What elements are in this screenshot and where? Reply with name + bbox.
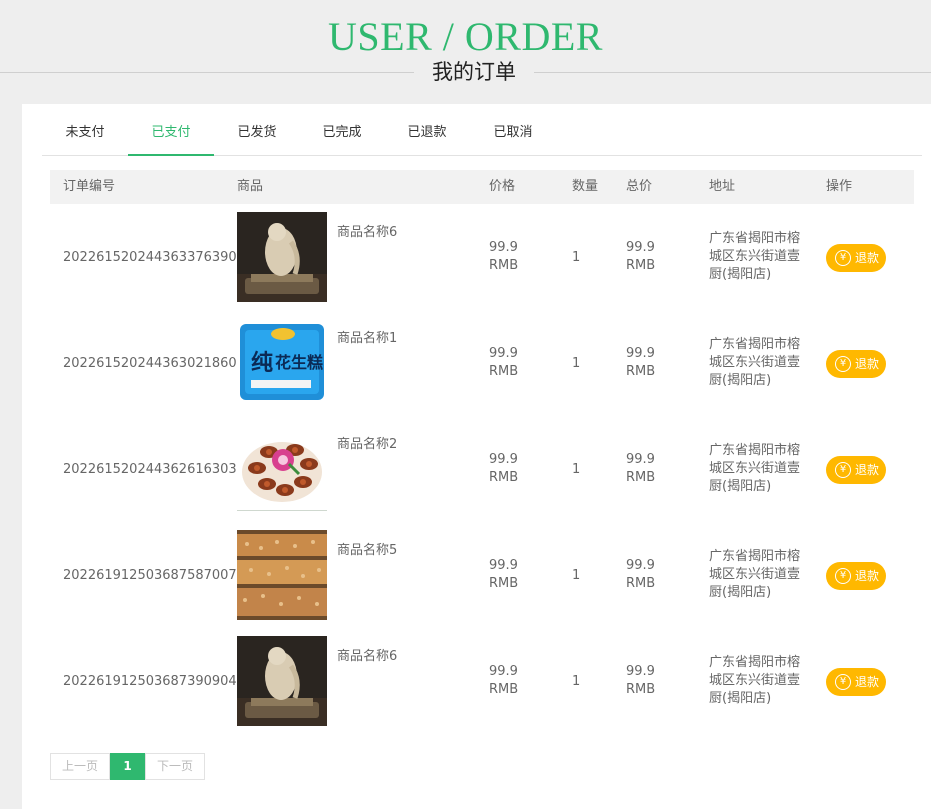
table-row: 202261520244363376390 商品名称6 99.9 RMB 1 99… (50, 205, 914, 311)
unit-price: 99.9 RMB (489, 240, 519, 273)
next-page-button[interactable]: 下一页 (145, 753, 205, 780)
address: 广东省揭阳市榕城区东兴街道壹厨(揭阳店) (709, 655, 801, 706)
header-divider-left (0, 72, 414, 73)
tab-unpaid[interactable]: 未支付 (42, 114, 128, 156)
tab-completed[interactable]: 已完成 (299, 114, 385, 156)
total-price: 99.9 RMB (626, 240, 656, 273)
statue-icon[interactable] (237, 212, 327, 302)
header-divider-right (534, 72, 931, 73)
quantity: 1 (572, 250, 581, 265)
table-row: 202261520244362616303 商品名称2 99.9 RMB 1 9… (50, 417, 914, 523)
page-title: USER / ORDER (328, 14, 603, 59)
yen-icon: ¥ (835, 568, 851, 584)
header-order-no: 订单编号 (63, 179, 116, 194)
refund-button[interactable]: ¥ 退款 (826, 244, 886, 272)
candy-box-icon[interactable]: 纯 花生糕 (237, 318, 327, 408)
product-name[interactable]: 商品名称5 (337, 539, 397, 558)
order-status-tabs: 未支付 已支付 已发货 已完成 已退款 已取消 (42, 114, 922, 156)
unit-price: 99.9 RMB (489, 664, 519, 697)
total-price: 99.9 RMB (626, 452, 656, 485)
yen-icon: ¥ (835, 250, 851, 266)
food-platter-icon[interactable] (237, 424, 327, 514)
header-action: 操作 (826, 179, 853, 194)
order-number: 202261520244363376390 (63, 250, 237, 265)
tab-cancelled[interactable]: 已取消 (470, 114, 556, 156)
unit-price: 99.9 RMB (489, 452, 519, 485)
order-panel: 未支付 已支付 已发货 已完成 已退款 已取消 订单编号 商品 价格 数量 总价… (22, 104, 931, 809)
tab-shipped[interactable]: 已发货 (214, 114, 300, 156)
table-row: 202261520244363021860 纯 花生糕 商品名称1 99.9 RM… (50, 311, 914, 417)
header-price: 价格 (489, 179, 516, 194)
page-header: USER / ORDER 我的订单 (0, 0, 931, 104)
order-number: 202261912503687587007 (63, 568, 237, 583)
refund-button[interactable]: ¥ 退款 (826, 562, 886, 590)
table-row: 202261912503687390904 商品名称6 99.9 RMB 1 99… (50, 629, 914, 735)
refund-button[interactable]: ¥ 退款 (826, 456, 886, 484)
peanut-brittle-icon[interactable] (237, 530, 327, 620)
page-subtitle: 我的订单 (432, 60, 516, 84)
address: 广东省揭阳市榕城区东兴街道壹厨(揭阳店) (709, 443, 801, 494)
tab-refunded[interactable]: 已退款 (384, 114, 470, 156)
prev-page-button[interactable]: 上一页 (50, 753, 110, 780)
address: 广东省揭阳市榕城区东兴街道壹厨(揭阳店) (709, 231, 801, 282)
total-price: 99.9 RMB (626, 558, 656, 591)
total-price: 99.9 RMB (626, 346, 656, 379)
table-header: 订单编号 商品 价格 数量 总价 地址 操作 (50, 170, 914, 204)
order-number: 202261912503687390904 (63, 674, 237, 689)
yen-icon: ¥ (835, 462, 851, 478)
svg-text:花生糕: 花生糕 (275, 353, 323, 372)
product-name[interactable]: 商品名称1 (337, 327, 397, 346)
current-page-button[interactable]: 1 (110, 753, 145, 780)
unit-price: 99.9 RMB (489, 558, 519, 591)
quantity: 1 (572, 568, 581, 583)
yen-icon: ¥ (835, 356, 851, 372)
statue-icon[interactable] (237, 636, 327, 726)
total-price: 99.9 RMB (626, 664, 656, 697)
header-address: 地址 (709, 179, 736, 194)
header-product: 商品 (237, 179, 264, 194)
refund-button[interactable]: ¥ 退款 (826, 350, 886, 378)
header-total: 总价 (626, 179, 653, 194)
order-number: 202261520244362616303 (63, 462, 237, 477)
svg-text:纯: 纯 (251, 350, 273, 376)
product-name[interactable]: 商品名称2 (337, 433, 397, 452)
yen-icon: ¥ (835, 674, 851, 690)
product-name[interactable]: 商品名称6 (337, 645, 397, 664)
address: 广东省揭阳市榕城区东兴街道壹厨(揭阳店) (709, 549, 801, 600)
unit-price: 99.9 RMB (489, 346, 519, 379)
header-qty: 数量 (572, 179, 599, 194)
tab-paid[interactable]: 已支付 (128, 114, 214, 156)
table-row: 202261912503687587007 商品名称5 99.9 RMB 1 99… (50, 523, 914, 629)
order-number: 202261520244363021860 (63, 356, 237, 371)
refund-button[interactable]: ¥ 退款 (826, 668, 886, 696)
product-name[interactable]: 商品名称6 (337, 221, 397, 240)
quantity: 1 (572, 356, 581, 371)
quantity: 1 (572, 674, 581, 689)
address: 广东省揭阳市榕城区东兴街道壹厨(揭阳店) (709, 337, 801, 388)
quantity: 1 (572, 462, 581, 477)
